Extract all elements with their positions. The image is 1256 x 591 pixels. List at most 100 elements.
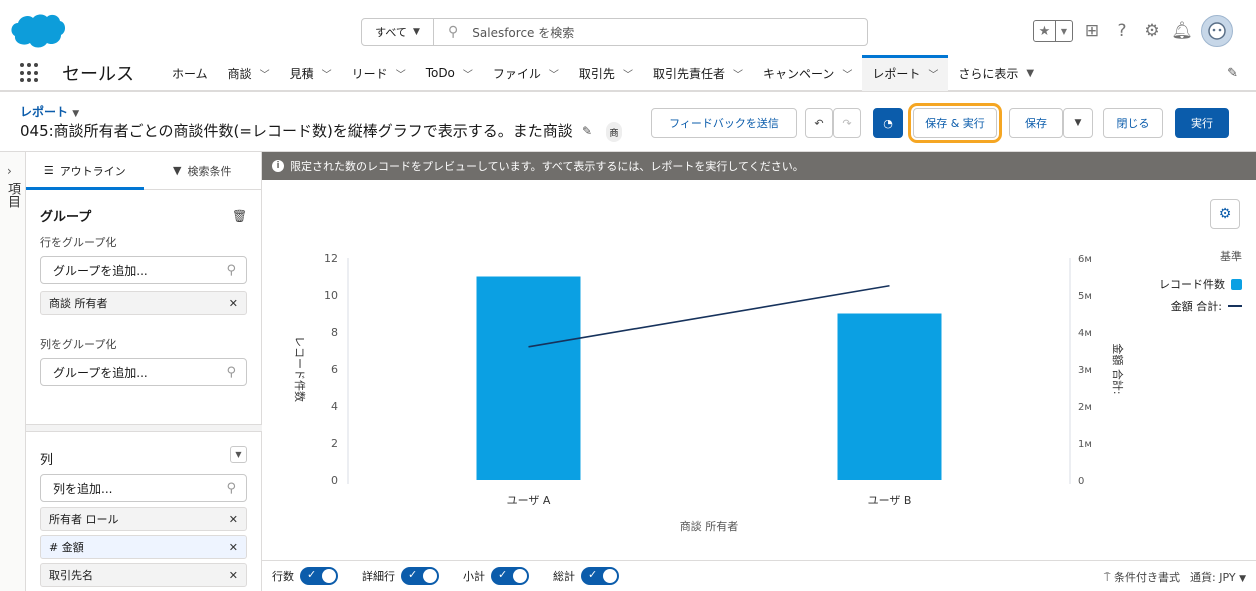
check-icon: ✓ [588, 568, 598, 581]
columns-menu-button[interactable]: ▼ [230, 446, 247, 463]
footer-right-controls: ⍑ 条件付き書式 通貨: JPY ▼ [1104, 569, 1246, 585]
report-title: 045:商談所有者ごとの商談件数(=レコード数)を縦棒グラフで表示する。また商談 [20, 122, 573, 140]
column-pill-amount[interactable]: # 金額 ✕ [40, 535, 247, 559]
y2-tick-label: 6м [1078, 254, 1092, 265]
chevron-down-icon[interactable]: ﹀ [396, 66, 406, 81]
nav-item-label: 商談 [227, 66, 252, 81]
grand-total-toggle[interactable]: ✓ [581, 567, 619, 585]
add-col-group-input[interactable]: グループを追加... ⚲ [40, 358, 247, 386]
nav-item-opportunities[interactable]: 商談 ﹀ [218, 55, 280, 91]
tab-outline[interactable]: ☰ アウトライン [26, 152, 144, 190]
close-icon[interactable]: ✕ [229, 569, 238, 582]
chevron-down-icon[interactable]: ▼ [1056, 21, 1072, 41]
nav-item-contacts[interactable]: 取引先責任者 ﹀ [643, 55, 753, 91]
search-icon: ⚲ [226, 480, 236, 496]
nav-item-campaigns[interactable]: キャンペーン ﹀ [753, 55, 862, 91]
nav-item-home[interactable]: ホーム [162, 55, 218, 91]
send-feedback-button[interactable]: フィードバックを送信 [651, 108, 797, 138]
add-row-group-input[interactable]: グループを追加... ⚲ [40, 256, 247, 284]
global-header: すべて ▼ ⚲ Salesforce を検索 ★ ▼ ⊞ ? ⚙ 🔔︎ [0, 0, 1256, 56]
y-tick-label: 6 [331, 363, 338, 376]
y2-tick-label: 0 [1078, 476, 1084, 487]
global-search[interactable]: すべて ▼ ⚲ Salesforce を検索 [361, 18, 868, 46]
check-icon: ✓ [498, 568, 508, 581]
trash-icon[interactable]: 🗑︎ [232, 209, 247, 223]
search-input[interactable]: ⚲ Salesforce を検索 [434, 24, 574, 41]
y-tick-label: 8 [331, 326, 338, 339]
chevron-down-icon[interactable]: ﹀ [322, 66, 332, 81]
avatar[interactable] [1201, 15, 1233, 47]
chevron-down-icon[interactable]: ﹀ [842, 66, 852, 81]
group-cols-label: 列をグループ化 [40, 338, 117, 351]
tab-filters[interactable]: ▼ 検索条件 [144, 152, 262, 189]
subtotals-toggle[interactable]: ✓ [491, 567, 529, 585]
chevron-down-icon[interactable]: ﹀ [260, 66, 270, 81]
nav-item-leads[interactable]: リード ﹀ [342, 55, 416, 91]
chart-legend: 基準 レコード件数 金額 合計: [1122, 248, 1242, 320]
nav-item-label: レポート [872, 66, 921, 81]
conditional-format-button[interactable]: ⍑ 条件付き書式 [1104, 569, 1180, 585]
column-pill-owner-role[interactable]: 所有者 ロール ✕ [40, 507, 247, 531]
save-menu-button[interactable]: ▼ [1063, 108, 1093, 138]
close-icon[interactable]: ✕ [229, 541, 238, 554]
legend-item-amount: 金額 合計: [1122, 298, 1242, 314]
chevron-down-icon[interactable]: ﹀ [549, 66, 559, 81]
close-icon[interactable]: ✕ [229, 297, 238, 310]
currency-select[interactable]: 通貨: JPY ▼ [1190, 569, 1246, 585]
x-tick-label: ユーザ B [868, 494, 912, 507]
title-overflow-pill[interactable]: 商 [606, 122, 622, 142]
undo-button[interactable]: ↶ [805, 108, 833, 138]
gear-icon[interactable]: ⚙ [1141, 20, 1163, 42]
help-icon[interactable]: ? [1111, 20, 1133, 42]
edit-title-icon[interactable]: ✎ [582, 124, 592, 138]
x-axis-label: 商談 所有者 [680, 519, 739, 533]
chart-settings-button[interactable]: ⚙ [1210, 199, 1240, 229]
chevron-down-icon[interactable]: ﹀ [463, 66, 473, 81]
app-launcher-icon[interactable] [20, 63, 40, 83]
nav-item-files[interactable]: ファイル ﹀ [483, 55, 569, 91]
save-and-run-button[interactable]: 保存 & 実行 [908, 103, 1002, 143]
y2-tick-label: 2м [1078, 402, 1092, 413]
salesforce-logo[interactable] [10, 12, 66, 50]
chevron-down-icon[interactable]: ﹀ [733, 66, 743, 81]
search-icon: ⚲ [226, 364, 236, 380]
run-button[interactable]: 実行 [1175, 108, 1229, 138]
y2-tick-label: 1м [1078, 439, 1092, 450]
columns-title: 列 [40, 453, 54, 468]
nav-item-accounts[interactable]: 取引先 ﹀ [569, 55, 643, 91]
save-button[interactable]: 保存 [1009, 108, 1063, 138]
add-icon[interactable]: ⊞ [1081, 20, 1103, 42]
chevron-down-icon[interactable]: ﹀ [623, 66, 633, 81]
chevron-down-icon[interactable]: ﹀ [928, 66, 938, 81]
column-pill-account-name[interactable]: 取引先名 ✕ [40, 563, 247, 587]
tab-outline-label: アウトライン [59, 164, 126, 178]
nav-item-quotes[interactable]: 見積 ﹀ [280, 55, 342, 91]
search-icon: ⚲ [448, 24, 459, 40]
add-column-input[interactable]: 列を追加... ⚲ [40, 474, 247, 502]
bar [837, 313, 942, 480]
nav-item-todo[interactable]: ToDo ﹀ [416, 55, 483, 91]
close-button[interactable]: 閉じる [1103, 108, 1163, 138]
chevron-right-icon[interactable]: › [7, 164, 12, 178]
nav-item-more[interactable]: さらに表示 ▼ [948, 55, 1044, 91]
nav-item-reports[interactable]: レポート ﹀ [862, 55, 949, 91]
search-scope-label: すべて [375, 26, 407, 39]
report-type-menu[interactable]: レポート ▼ [20, 103, 79, 120]
search-scope-select[interactable]: すべて ▼ [362, 19, 434, 45]
redo-icon: ↷ [842, 116, 852, 130]
favorites-button[interactable]: ★ ▼ [1033, 20, 1073, 42]
edit-nav-icon[interactable]: ✎ [1227, 66, 1238, 81]
bell-icon[interactable]: 🔔︎ [1171, 20, 1193, 42]
row-group-pill[interactable]: 商談 所有者 ✕ [40, 291, 247, 315]
fields-rail[interactable]: › 項目 [0, 152, 26, 591]
detail-rows-toggle[interactable]: ✓ [401, 567, 439, 585]
chart-toggle-button[interactable]: ◔ [873, 108, 903, 138]
redo-button[interactable]: ↷ [833, 108, 861, 138]
close-icon[interactable]: ✕ [229, 513, 238, 526]
row-count-toggle[interactable]: ✓ [300, 567, 338, 585]
preview-notice-text: 限定された数のレコードをプレビューしています。すべて表示するには、レポートを実行… [290, 160, 804, 173]
y2-tick-label: 3м [1078, 365, 1092, 376]
nav-item-label: リード [351, 66, 388, 81]
nav-item-label: 取引先 [578, 66, 615, 81]
check-icon: ✓ [307, 568, 317, 581]
